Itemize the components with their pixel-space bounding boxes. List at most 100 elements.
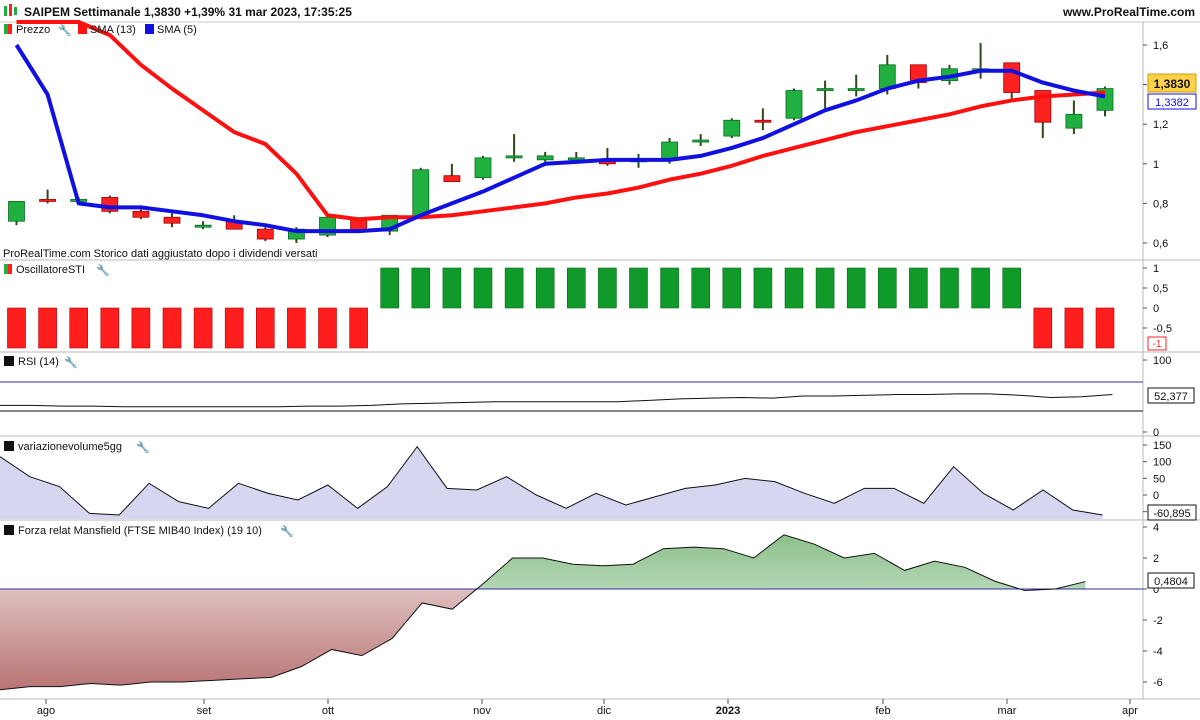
wrench-icon[interactable]: 🔧: [58, 23, 72, 37]
sti-bar[interactable]: [162, 307, 182, 349]
rsi-panel[interactable]: RSI (14) 🔧 100 0 52,377: [0, 355, 1195, 439]
y-tick-label: -0,5: [1153, 323, 1172, 335]
chart-title: SAIPEM Settimanale 1,3830 +1,39% 31 mar …: [24, 5, 352, 19]
candle-body[interactable]: [132, 210, 150, 218]
sti-bar[interactable]: [971, 267, 990, 309]
candle-body[interactable]: [194, 224, 212, 228]
x-tick-label: set: [197, 705, 212, 717]
candle-body[interactable]: [723, 119, 741, 137]
sti-bar[interactable]: [877, 267, 897, 309]
candle-body[interactable]: [412, 169, 430, 218]
y-tick-label: 0,6: [1153, 238, 1168, 250]
x-axis: ago set ott nov dic 2023 feb mar apr: [37, 699, 1138, 717]
sti-bar[interactable]: [1002, 267, 1022, 309]
y-tick-label: -6: [1153, 677, 1163, 689]
sti-bar[interactable]: [566, 267, 586, 309]
y-tick-label: 0,8: [1153, 198, 1168, 210]
y-tick-label: 100: [1153, 355, 1171, 367]
svg-text:-60,895: -60,895: [1153, 508, 1190, 520]
sti-bar[interactable]: [193, 307, 213, 349]
mansfield-panel[interactable]: Forza relat Mansfield (FTSE MIB40 Index)…: [0, 522, 1195, 691]
candle-body[interactable]: [474, 157, 492, 179]
candle-body[interactable]: [692, 139, 710, 143]
candle-body[interactable]: [1065, 113, 1083, 129]
sti-bar[interactable]: [473, 267, 493, 309]
y-tick-label: -4: [1153, 646, 1163, 658]
mans-legend: Forza relat Mansfield (FTSE MIB40 Index)…: [4, 524, 294, 538]
y-tick-label: 0: [1153, 303, 1159, 315]
sti-bar[interactable]: [7, 307, 26, 349]
site-link[interactable]: www.ProRealTime.com: [1062, 5, 1195, 19]
rsi-legend: RSI (14) 🔧: [4, 355, 78, 369]
sti-bar[interactable]: [846, 267, 866, 309]
volume-change-panel[interactable]: variazionevolume5gg 🔧 150100500-50 -60,8…: [0, 440, 1197, 521]
wrench-icon[interactable]: 🔧: [96, 263, 110, 277]
sti-bar[interactable]: [38, 307, 57, 349]
candle-body[interactable]: [163, 216, 181, 224]
volume-change-area: [0, 446, 1103, 519]
candle-body[interactable]: [816, 88, 834, 91]
sti-bar[interactable]: [318, 307, 337, 349]
y-tick-label: 2: [1153, 553, 1159, 565]
rsi-last-badge: 52,377: [1147, 387, 1195, 404]
sti-bar[interactable]: [504, 267, 524, 309]
legend-sma13: SMA (13): [90, 24, 136, 36]
candle-body[interactable]: [536, 155, 554, 161]
sti-bar[interactable]: [535, 267, 555, 309]
sti-bar[interactable]: [349, 307, 368, 349]
rsi-title: RSI (14): [18, 356, 59, 368]
sti-bar[interactable]: [909, 267, 928, 309]
sti-legend: OscillatoreSTI 🔧: [4, 263, 110, 277]
candle-body[interactable]: [754, 119, 772, 123]
sti-bar[interactable]: [1033, 307, 1053, 349]
y-tick-label: 1: [1153, 263, 1159, 275]
sti-bar[interactable]: [1095, 307, 1115, 349]
candle-body[interactable]: [878, 64, 896, 89]
sti-bar[interactable]: [69, 307, 88, 349]
sti-bar[interactable]: [691, 267, 711, 309]
sti-bar[interactable]: [629, 267, 648, 309]
sti-bar[interactable]: [940, 267, 959, 309]
sti-bar[interactable]: [660, 267, 679, 309]
candle-body[interactable]: [847, 88, 865, 91]
sti-last-badge: -1: [1147, 336, 1167, 351]
sti-bar[interactable]: [784, 267, 804, 309]
y-tick-label: 150: [1153, 440, 1171, 452]
svg-text:52,377: 52,377: [1154, 391, 1188, 403]
candle-body[interactable]: [8, 201, 25, 222]
y-tick-label: 1: [1153, 159, 1159, 171]
sti-bar[interactable]: [411, 267, 431, 309]
dividend-note: ProRealTime.com Storico dati aggiustato …: [3, 248, 317, 260]
sti-bar[interactable]: [131, 307, 151, 349]
y-tick-label: 0: [1153, 427, 1159, 439]
sti-bar[interactable]: [100, 307, 120, 349]
candle-body[interactable]: [1003, 62, 1021, 93]
sti-bar[interactable]: [753, 267, 773, 309]
price-panel[interactable]: Prezzo 🔧 SMA (13) SMA (5) ProRealTime.co…: [3, 20, 1197, 260]
candle-body[interactable]: [39, 199, 56, 202]
vol-last-badge: -60,895: [1147, 504, 1197, 521]
sti-bar[interactable]: [442, 267, 462, 309]
sma13-line: [16, 20, 1106, 222]
svg-text:1,3830: 1,3830: [1154, 77, 1191, 91]
svg-text:-1: -1: [1153, 339, 1162, 350]
sti-bar[interactable]: [815, 267, 835, 309]
sti-bar[interactable]: [287, 307, 306, 349]
candle-body[interactable]: [256, 228, 274, 240]
candle-body[interactable]: [505, 155, 523, 159]
wrench-icon[interactable]: 🔧: [280, 524, 294, 538]
y-tick-label: 1,2: [1153, 119, 1168, 131]
sti-bar[interactable]: [380, 267, 400, 309]
legend-sma5: SMA (5): [157, 24, 197, 36]
sti-bar[interactable]: [224, 307, 244, 349]
sti-bar[interactable]: [255, 307, 275, 349]
candle-body[interactable]: [785, 90, 803, 119]
sti-bar[interactable]: [722, 267, 742, 309]
wrench-icon[interactable]: 🔧: [136, 440, 150, 454]
wrench-icon[interactable]: 🔧: [64, 355, 78, 369]
candle-body[interactable]: [443, 175, 461, 183]
last-price-badge: 1,3830: [1147, 73, 1197, 93]
sti-bar[interactable]: [598, 267, 617, 309]
sti-bar[interactable]: [1064, 307, 1084, 349]
sti-panel[interactable]: OscillatoreSTI 🔧 1 0,5 0 -0,5 -1: [4, 263, 1172, 351]
